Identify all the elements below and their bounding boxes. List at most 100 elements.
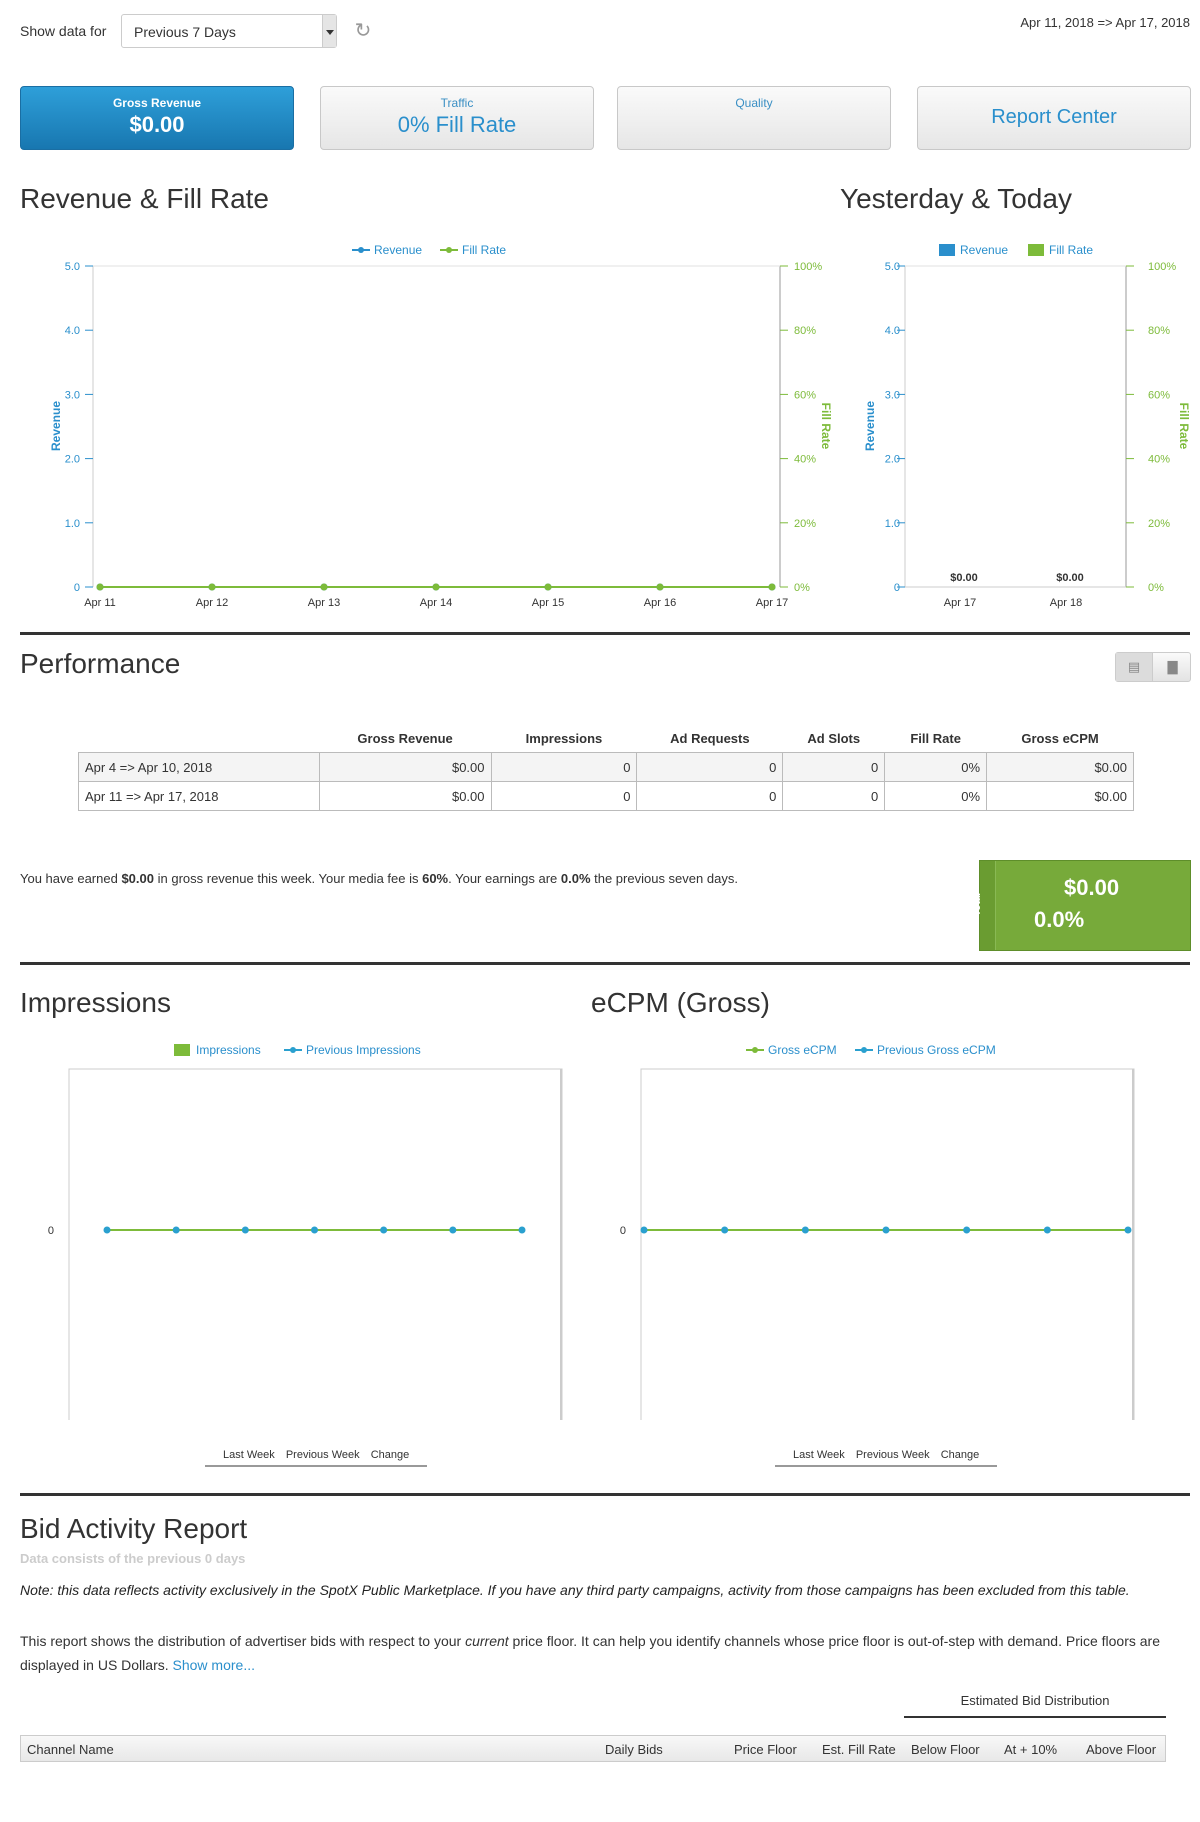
col-period (79, 725, 320, 753)
col-gross-ecpm: Gross eCPM (1021, 731, 1099, 746)
performance-title: Performance (20, 648, 181, 679)
revenue-tick-label: 2.0 (65, 454, 80, 466)
fill-rate-tick-label: 60% (794, 389, 816, 401)
cell-impressions: 0 (490, 781, 638, 811)
quality-label: Quality (735, 96, 773, 110)
total-side: Total (972, 861, 996, 950)
data-point (241, 1226, 249, 1234)
tab-change[interactable]: Change (941, 1449, 980, 1461)
x-tick-label: Apr 14 (420, 597, 452, 609)
fill-rate-tick-label: 60% (1148, 389, 1170, 401)
col-price-floor[interactable]: Price Floor (734, 1742, 797, 1757)
legend-revenue-dot (358, 247, 364, 253)
fill-rate-tick-label: 20% (1148, 518, 1170, 530)
col-daily-bids[interactable]: Daily Bids (605, 1742, 663, 1757)
earned-text: . Your earnings are (448, 871, 561, 886)
tab-last-week[interactable]: Last Week (223, 1449, 275, 1461)
legend-fill-swatch (1028, 244, 1044, 256)
fill-rate-tick-label: 100% (794, 261, 822, 273)
fill-rate-point (768, 583, 776, 591)
col-fill-rate: Fill Rate (910, 731, 961, 746)
performance-table: Gross Revenue Impressions Ad Requests Ad… (78, 725, 1134, 811)
cell-ad-requests: 0 (636, 752, 784, 782)
traffic-button[interactable]: Traffic 0% Fill Rate (320, 86, 594, 150)
show-more-link[interactable]: Show more... (173, 1657, 255, 1673)
revenue-tick-label: 4.0 (65, 325, 80, 337)
gross-revenue-button[interactable]: Gross Revenue $0.00 (20, 86, 294, 150)
ecpm-series: Apr 11Apr 12Apr 13Apr 14Apr 15Apr 16Apr … (640, 1226, 1132, 1234)
gross-revenue-value: $0.00 (129, 112, 185, 137)
period-select[interactable]: Previous 7 Days (121, 14, 337, 48)
legend-fill-rate: Fill Rate (1049, 243, 1093, 257)
total-percent: 0.0% (1034, 907, 1085, 932)
cell-gross-ecpm: $0.00 (986, 752, 1134, 782)
fill-rate-tick-label: 0% (794, 582, 810, 594)
y-tick: 0 (620, 1225, 626, 1237)
estimated-bid-distribution-header: Estimated Bid Distribution (904, 1693, 1166, 1718)
col-channel-name[interactable]: Channel Name (27, 1742, 114, 1757)
fill-rate-axis-ticks: 100% 80% 60% 40% 20% 0% (1126, 261, 1176, 594)
revenue-axis-ticks: 5.0 4.0 3.0 2.0 1.0 0 (65, 261, 93, 594)
tab-previous-week[interactable]: Previous Week (856, 1449, 930, 1461)
description-emphasis: current (465, 1633, 509, 1649)
fill-rate-axis-ticks: 100% 80% 60% 40% 20% 0% (780, 261, 822, 594)
refresh-icon[interactable]: ↻ (352, 20, 374, 42)
legend-fill-rate: Fill Rate (462, 243, 506, 257)
bid-report-note: Note: this data reflects activity exclus… (20, 1582, 1130, 1598)
bid-report-title: Bid Activity Report (20, 1513, 248, 1544)
earned-text: You have earned (20, 871, 122, 886)
col-below-floor[interactable]: Below Floor (911, 1742, 980, 1757)
quality-button[interactable]: Quality (617, 86, 891, 150)
legend-ecpm-dot (752, 1047, 758, 1053)
fill-rate-tick-label: 80% (1148, 325, 1170, 337)
col-gross-revenue: Gross Revenue (357, 731, 453, 746)
bar-chart-view-icon[interactable]: ▇ (1154, 653, 1191, 681)
legend-impressions-swatch (174, 1044, 190, 1056)
col-at-10[interactable]: At + 10% (1004, 1742, 1057, 1757)
cell-ad-requests: 0 (636, 781, 784, 811)
fill-rate-axis-label: Fill Rate (1177, 403, 1191, 450)
tab-last-week[interactable]: Last Week (793, 1449, 845, 1461)
date-range: Apr 11, 2018 => Apr 17, 2018 (1020, 15, 1190, 30)
revenue-axis-ticks: 5.0 4.0 3.0 2.0 1.0 0 (885, 261, 905, 594)
fill-rate-tick-label: 80% (794, 325, 816, 337)
revenue-tick-label: 4.0 (885, 325, 900, 337)
cell-ad-slots: 0 (782, 781, 886, 811)
data-point (721, 1226, 729, 1234)
traffic-value: 0% Fill Rate (397, 112, 517, 137)
fill-rate-tick-label: 100% (1148, 261, 1176, 273)
report-center-button[interactable]: Report Center (917, 86, 1191, 150)
fill-rate-point (208, 583, 216, 591)
description-text: This report shows the distribution of ad… (20, 1633, 466, 1649)
report-center-label: Report Center (991, 106, 1117, 128)
yesterday-today-bars: $0.00 Apr 17 $0.00 Apr 18 (944, 572, 1084, 609)
revenue-fill-chart: Revenue Fill Rate 5.0 4.0 3.0 2.0 1.0 0 100% 8… (49, 243, 833, 609)
data-point (882, 1226, 890, 1234)
earnings-change: 0.0% (560, 871, 591, 886)
table-view-icon[interactable]: ▤ (1116, 653, 1153, 681)
legend-revenue: Revenue (960, 243, 1008, 257)
x-tick-label: Apr 16 (644, 597, 676, 609)
show-data-label: Show data for (20, 23, 107, 39)
tab-previous-week[interactable]: Previous Week (286, 1449, 360, 1461)
tab-change[interactable]: Change (371, 1449, 410, 1461)
cell-ad-slots: 0 (782, 752, 886, 782)
table-row: Apr 11 => Apr 17, 2018 $0.00 0 0 0 0% $0… (78, 781, 1134, 811)
revenue-tick-label: 5.0 (65, 261, 80, 273)
revenue-tick-label: 5.0 (885, 261, 900, 273)
media-fee: 60% (422, 871, 449, 886)
section-divider (20, 632, 1190, 635)
col-ad-requests: Ad Requests (670, 731, 750, 746)
legend-gross-ecpm: Gross eCPM (768, 1043, 837, 1057)
data-point (449, 1226, 457, 1234)
gross-revenue-label: Gross Revenue (112, 96, 202, 110)
col-est-fill-rate[interactable]: Est. Fill Rate (822, 1742, 896, 1757)
fill-rate-point (96, 583, 104, 591)
bar-data-label: $0.00 (1056, 572, 1084, 584)
ecpm-chart: Gross eCPM Previous Gross eCPM 0 Apr 11A… (620, 1043, 1135, 1420)
revenue-fill-x-ticks: Apr 11 Apr 12 Apr 13 Apr 14 Apr 15 Apr 16 Apr … (84, 597, 788, 609)
fill-rate-point (544, 583, 552, 591)
view-toggle[interactable]: ▤ ▇ (1115, 652, 1191, 682)
revenue-fill-series (96, 583, 776, 591)
col-above-floor[interactable]: Above Floor (1086, 1742, 1156, 1757)
